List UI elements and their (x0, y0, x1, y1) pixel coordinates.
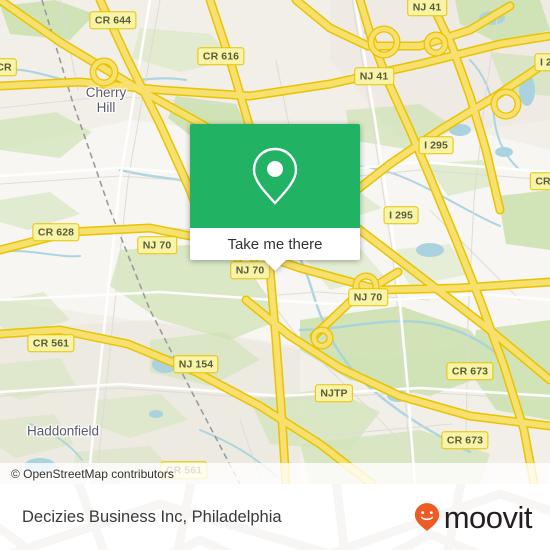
popup-icon-panel (190, 124, 360, 228)
road-shield-label: CR 673 (441, 431, 489, 449)
map-viewport[interactable]: .water{fill:#aad3df} .wline{fill:none;st… (0, 0, 550, 484)
road-shield-label: NJ 41 (354, 67, 394, 85)
road-shield-label: CR 644 (89, 11, 137, 29)
road-shield-label: NJ 41 (407, 0, 447, 16)
map-place-label: Cherry Hill (85, 85, 127, 115)
location-title-text: Decizies Business Inc, Philadelphia (22, 507, 282, 526)
moovit-smiley-pin-icon (414, 503, 439, 531)
moovit-wordmark: moovit (443, 499, 533, 535)
road-shield-label: CR 616 (197, 47, 245, 65)
moovit-map-screenshot: .water{fill:#aad3df} .wline{fill:none;st… (0, 0, 550, 550)
location-title: Decizies Business Inc, Philadelphia (22, 484, 282, 550)
road-shield-label: I 295 (383, 206, 419, 224)
moovit-logo[interactable]: moovit (414, 484, 533, 550)
road-shield-label: NJTP (314, 384, 354, 402)
popup-tail (264, 260, 286, 271)
map-attribution-bar: © OpenStreetMap contributors (0, 463, 550, 484)
road-shield-label: CR (529, 172, 550, 190)
take-me-there-button[interactable]: Take me there (190, 228, 360, 260)
road-shield-label: NJ 154 (173, 355, 219, 373)
road-shield-label: CR (0, 58, 18, 76)
road-shield-label: NJ 70 (348, 288, 388, 306)
map-place-label: Haddonfield (26, 423, 100, 439)
road-shield-label: CR 561 (27, 334, 75, 352)
footer-bar: Decizies Business Inc, Philadelphia moov… (0, 484, 550, 550)
attribution-text[interactable]: © OpenStreetMap contributors (11, 467, 174, 481)
road-shield-label: I 2 (534, 53, 550, 71)
destination-popup[interactable]: Take me there (190, 124, 360, 271)
road-shield-label: CR 673 (446, 362, 494, 380)
road-shield-label: I 295 (418, 136, 454, 154)
road-shield-label: CR 628 (32, 223, 80, 241)
map-pin-icon (252, 147, 298, 205)
take-me-there-label: Take me there (227, 235, 323, 253)
road-shield-label: NJ 70 (137, 236, 177, 254)
